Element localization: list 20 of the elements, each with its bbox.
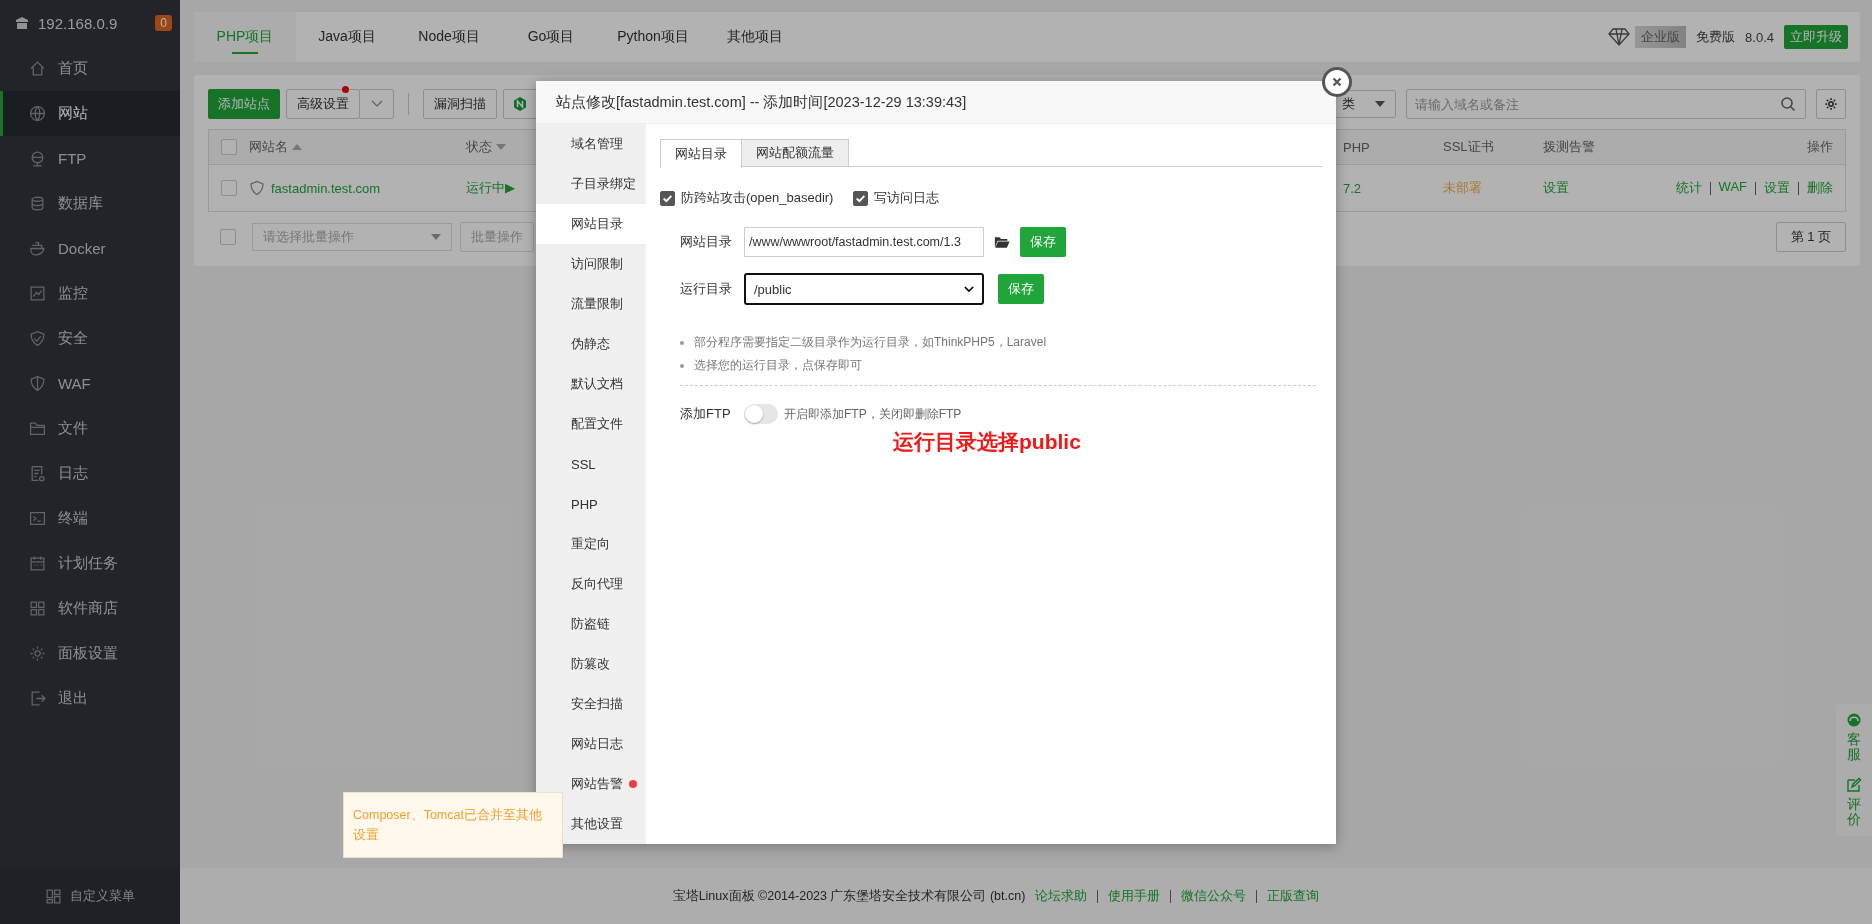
server-address: 192.168.0.9 [38,14,119,32]
help-note: 部分程序需要指定二级目录作为运行目录，如ThinkPHP5，Laravel [694,334,1047,351]
version-number: 8.0.4 [1745,29,1774,45]
free-edition-label: 免费版 [1696,28,1736,46]
dialog-title: 站点修改[fastadmin.test.com] -- 添加时间[2023-12-29 13:39:43] [536,81,1336,124]
column-header: PHP [1343,139,1371,155]
annotation-text: 运行目录选择public [893,429,1082,455]
field-label: 添加FTP [679,405,732,423]
field-label: 网站目录 [679,233,733,251]
field-label: 运行目录 [679,280,733,298]
tooltip: Composer、Tomcat已合并至其他设置 [343,792,563,858]
column-header: SSL证书 [1443,138,1495,156]
enterprise-edition-label: 企业版 [1635,26,1687,48]
column-header: 拨测告警 [1543,138,1596,156]
copyright-text: 宝塔Linux面板 ©2014-2023 广东堡塔安全技术有限公司 (bt.cn) [672,887,1026,905]
checkbox-label: 防跨站攻击(open_basedir) [681,189,834,207]
checkbox-label: 写访问日志 [874,189,940,207]
toggle-hint: 开启即添加FTP，关闭即删除FTP [784,405,962,423]
help-note: 选择您的运行目录，点保存即可 [694,357,862,374]
column-header: 操作 [1806,138,1834,156]
